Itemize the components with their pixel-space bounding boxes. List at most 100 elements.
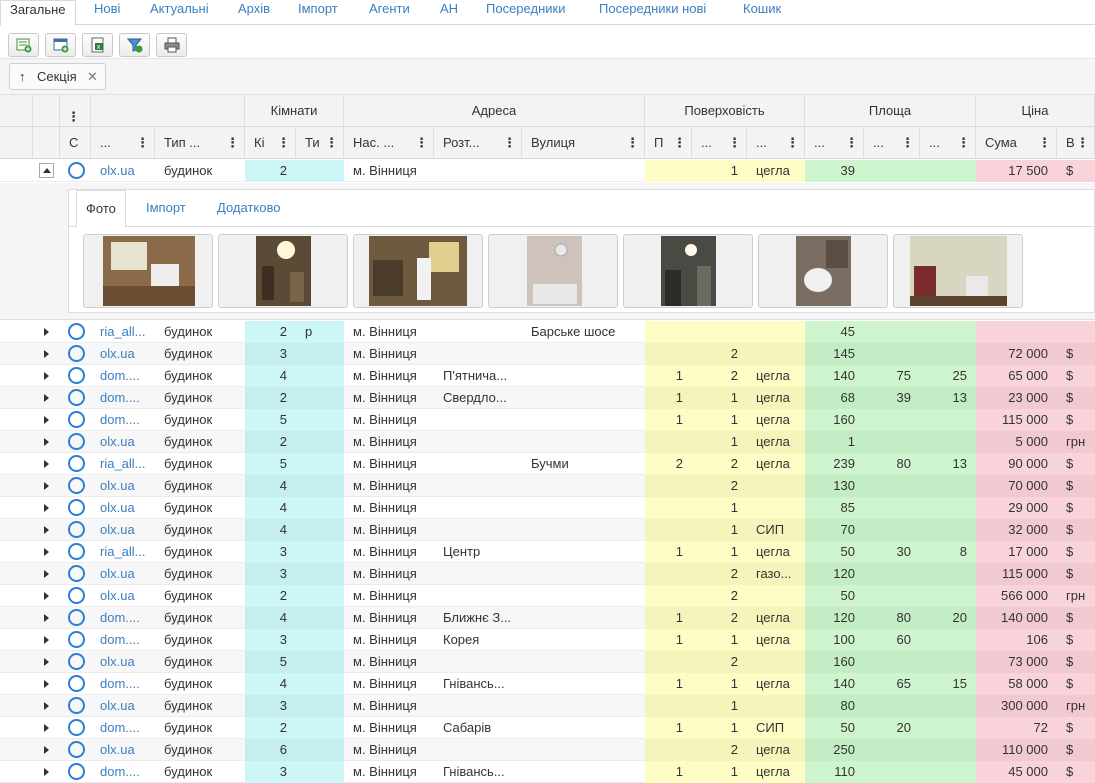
expand-arrow-icon[interactable] — [44, 526, 49, 534]
tab-trash[interactable]: Кошик — [743, 0, 781, 25]
header-col-c[interactable]: С — [60, 127, 91, 158]
cell-source[interactable]: olx.ua — [91, 497, 155, 519]
table-row[interactable]: olx.ua будинок 3 м. Вінниця 2 газо... 120 115 0… — [0, 563, 1095, 585]
cell-source[interactable]: dom.... — [91, 673, 155, 695]
header-col-area-living[interactable]: ... ⋮ — [864, 127, 920, 158]
column-menu-icon[interactable]: ⋮ — [845, 135, 858, 151]
table-row[interactable]: olx.ua будинок 5 м. Вінниця 2 160 73 000 $ — [0, 651, 1095, 673]
expand-arrow-icon[interactable] — [44, 482, 49, 490]
add-window-button[interactable] — [45, 33, 76, 57]
photo-thumbnail[interactable] — [353, 234, 483, 308]
cell-source[interactable]: dom.... — [91, 409, 155, 431]
expand-arrow-icon[interactable] — [44, 592, 49, 600]
tab-intermediaries[interactable]: Посередники — [486, 0, 565, 25]
expand-arrow-icon[interactable] — [44, 328, 49, 336]
column-menu-icon[interactable]: ⋮ — [626, 135, 639, 151]
table-row[interactable]: olx.ua будинок 2 м. Вінниця 2 50 566 000 грн — [0, 585, 1095, 607]
cell-source[interactable]: ria_all... — [91, 321, 155, 343]
photo-thumbnail[interactable] — [218, 234, 348, 308]
expand-arrow-icon[interactable] — [44, 680, 49, 688]
select-circle-icon[interactable] — [68, 411, 85, 428]
select-circle-icon[interactable] — [68, 675, 85, 692]
table-row[interactable]: olx.ua будинок 3 м. Вінниця 1 80 300 000 грн — [0, 695, 1095, 717]
select-circle-icon[interactable] — [68, 741, 85, 758]
select-circle-icon[interactable] — [68, 565, 85, 582]
photo-thumbnail[interactable] — [893, 234, 1023, 308]
tab-actual[interactable]: Актуальні — [150, 0, 209, 25]
cell-source[interactable]: olx.ua — [91, 160, 155, 182]
select-circle-icon[interactable] — [68, 433, 85, 450]
select-circle-icon[interactable] — [68, 389, 85, 406]
photo-thumbnail[interactable] — [488, 234, 618, 308]
cell-source[interactable]: olx.ua — [91, 519, 155, 541]
header-col-price-sum[interactable]: Сума ⋮ — [976, 127, 1057, 158]
cell-source[interactable]: olx.ua — [91, 431, 155, 453]
expand-arrow-icon[interactable] — [44, 372, 49, 380]
column-menu-icon[interactable]: ⋮ — [503, 135, 516, 151]
column-menu-icon[interactable]: ⋮ — [60, 95, 91, 126]
tab-intermediaries-new[interactable]: Посередники нові — [599, 0, 706, 25]
cell-source[interactable]: dom.... — [91, 365, 155, 387]
expand-arrow-icon[interactable] — [44, 438, 49, 446]
header-col-district[interactable]: Розт... ⋮ — [434, 127, 522, 158]
column-menu-icon[interactable]: ⋮ — [415, 135, 428, 151]
expand-arrow-icon[interactable] — [44, 702, 49, 710]
expand-arrow-icon[interactable] — [44, 548, 49, 556]
select-circle-icon[interactable] — [68, 499, 85, 516]
column-menu-icon[interactable]: ⋮ — [136, 135, 149, 151]
table-row[interactable]: dom.... будинок 3 м. Вінниця Корея 1 1 цегла 100… — [0, 629, 1095, 651]
select-circle-icon[interactable] — [68, 763, 85, 780]
header-col-source[interactable]: ... ⋮ — [91, 127, 155, 158]
expand-arrow-icon[interactable] — [44, 636, 49, 644]
expand-arrow-icon[interactable] — [44, 746, 49, 754]
tab-agents[interactable]: Агенти — [369, 0, 410, 25]
print-button[interactable] — [156, 33, 187, 57]
select-circle-icon[interactable] — [68, 653, 85, 670]
table-row[interactable]: ria_all... будинок 2 р м. Вінниця Барське шос… — [0, 321, 1095, 343]
table-row[interactable]: olx.ua будинок 3 м. Вінниця 2 145 72 000 $ — [0, 343, 1095, 365]
table-row[interactable]: olx.ua будинок 4 м. Вінниця 1 СИП 70 32 000 $ — [0, 519, 1095, 541]
column-menu-icon[interactable]: ⋮ — [786, 135, 799, 151]
table-row[interactable]: dom.... будинок 2 м. Вінниця Сабарів 1 1 СИП 50 2… — [0, 717, 1095, 739]
expand-arrow-icon[interactable] — [44, 504, 49, 512]
close-icon[interactable]: ✕ — [87, 64, 98, 89]
expand-arrow-icon[interactable] — [44, 768, 49, 776]
cell-source[interactable]: dom.... — [91, 761, 155, 783]
header-col-currency[interactable]: В ⋮ — [1057, 127, 1095, 158]
table-row[interactable]: dom.... будинок 4 м. Вінниця П'ятнича... 1 2 це… — [0, 365, 1095, 387]
table-row[interactable]: dom.... будинок 4 м. Вінниця Гнівансь... 1 1 це… — [0, 673, 1095, 695]
select-circle-icon[interactable] — [68, 455, 85, 472]
cell-source[interactable]: ria_all... — [91, 453, 155, 475]
header-col-street[interactable]: Вулиця ⋮ — [522, 127, 645, 158]
expand-arrow-icon[interactable] — [44, 614, 49, 622]
filter-button[interactable] — [119, 33, 150, 57]
expand-arrow-icon[interactable] — [44, 416, 49, 424]
cell-source[interactable]: ria_all... — [91, 541, 155, 563]
column-menu-icon[interactable]: ⋮ — [728, 135, 741, 151]
tab-import[interactable]: Імпорт — [298, 0, 338, 25]
header-col-rooms-type[interactable]: Ти ⋮ — [296, 127, 344, 158]
table-row[interactable]: dom.... будинок 3 м. Вінниця Гнівансь... 1 1 це… — [0, 761, 1095, 783]
select-circle-icon[interactable] — [68, 609, 85, 626]
expand-arrow-icon[interactable] — [44, 724, 49, 732]
cell-source[interactable]: olx.ua — [91, 585, 155, 607]
photo-thumbnail[interactable] — [623, 234, 753, 308]
cell-source[interactable]: dom.... — [91, 629, 155, 651]
column-menu-icon[interactable]: ⋮ — [957, 135, 970, 151]
select-circle-icon[interactable] — [68, 521, 85, 538]
photo-thumbnail[interactable] — [83, 234, 213, 308]
expand-arrow-icon[interactable] — [44, 460, 49, 468]
table-row[interactable]: olx.ua будинок 2 м. Вінниця 1 цегла 1 5 000 грн — [0, 431, 1095, 453]
group-chip-section[interactable]: ↑ Секція ✕ — [9, 63, 106, 90]
header-col-type[interactable]: Тип ... ⋮ — [155, 127, 245, 158]
table-row[interactable]: olx.ua будинок 4 м. Вінниця 1 85 29 000 $ — [0, 497, 1095, 519]
tab-new[interactable]: Нові — [94, 0, 120, 25]
header-col-settlement[interactable]: Нас. ... ⋮ — [344, 127, 434, 158]
header-col-rooms-count[interactable]: Кі ⋮ — [245, 127, 296, 158]
detail-tab-photo[interactable]: Фото — [76, 190, 126, 228]
select-circle-icon[interactable] — [68, 631, 85, 648]
select-circle-icon[interactable] — [68, 162, 85, 179]
detail-tab-import[interactable]: Імпорт — [146, 200, 186, 215]
cell-source[interactable]: olx.ua — [91, 343, 155, 365]
table-row[interactable]: olx.ua будинок 4 м. Вінниця 2 130 70 000 $ — [0, 475, 1095, 497]
